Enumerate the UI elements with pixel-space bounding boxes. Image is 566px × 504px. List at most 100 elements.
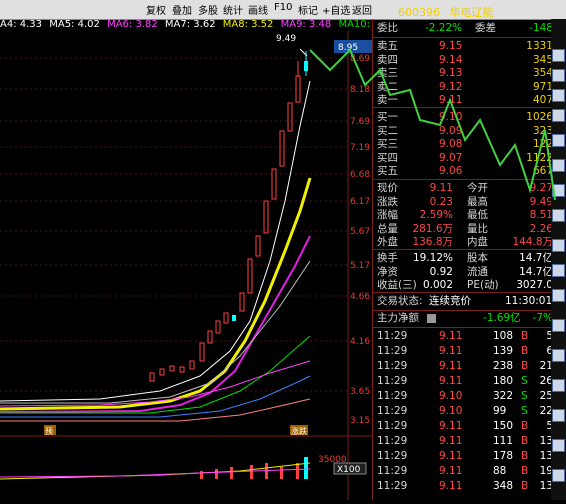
tick-row: 11:29 9.11 108 B 5 xyxy=(377,330,553,342)
stat-row: 总量 281.6万 量比 2.26 xyxy=(377,222,553,235)
sell-row[interactable]: 卖四 9.14 345 xyxy=(375,54,553,67)
y-tick: 4.66 xyxy=(350,292,371,302)
buy-row[interactable]: 买五 9.06 667 xyxy=(375,165,553,178)
trade-status-row: 交易状态: 连续竞价 11:30:01 xyxy=(377,295,553,307)
y-tick: 7.69 xyxy=(350,117,371,127)
stock-code: 600396 xyxy=(398,6,440,19)
ma-item: MA9: 3.48 xyxy=(280,19,332,30)
stat-row: 换手 19.12% 股本 14.7亿 xyxy=(377,252,553,264)
sell-row[interactable]: 卖二 9.12 971 xyxy=(375,81,553,94)
tick-row: 11:29 9.11 238 B 21 xyxy=(377,360,553,372)
side-icon[interactable] xyxy=(552,439,565,452)
side-icon[interactable] xyxy=(552,319,565,332)
ma-item: A4: 4.33 xyxy=(0,19,43,30)
side-icon[interactable] xyxy=(552,184,565,197)
peak-label: 9.49 xyxy=(276,34,296,44)
side-icon[interactable] xyxy=(552,409,565,422)
current-price-label: 8.95 xyxy=(338,43,358,53)
stat-row: 净资 0.92 流通 14.7亿 xyxy=(377,265,553,278)
ma-item: MA10: 3.4 xyxy=(338,19,372,30)
weicha-value: -148 xyxy=(529,22,553,34)
stat-row: 涨幅 2.59% 最低 8.51 xyxy=(377,209,553,221)
side-icon[interactable] xyxy=(552,264,565,277)
y-tick: 3.15 xyxy=(350,416,371,426)
marker-label: 预 xyxy=(45,426,53,436)
buy-row[interactable]: 买一 9.10 1026 xyxy=(375,111,553,124)
webi-row: 委比 -2.22% 委差 -148 xyxy=(377,22,553,34)
y-tick: 3.65 xyxy=(350,387,371,397)
main-net-row: 主力净额 -1.69亿 -7% xyxy=(377,312,553,324)
side-icon[interactable] xyxy=(552,89,565,102)
stat-row: 涨跌 0.23 最高 9.49 xyxy=(377,195,553,208)
ma-item: MA7: 3.62 xyxy=(164,19,216,30)
btn-fuquan[interactable]: 复权 xyxy=(144,2,168,17)
btn-huaxian[interactable]: 画线 xyxy=(246,2,270,17)
btn-diejia[interactable]: 叠加 xyxy=(170,2,194,17)
btn-fanhui[interactable]: 返回 xyxy=(350,2,374,17)
side-icon[interactable] xyxy=(552,209,565,222)
ma-white-line xyxy=(0,80,311,402)
y-tick: 6.17 xyxy=(350,197,371,207)
quote-panel: 委比 -2.22% 委差 -148 卖五 9.15 1331 卖四 9.14 3… xyxy=(372,19,566,500)
tick-row: 11:29 9.11 180 S 26 xyxy=(377,375,553,387)
ma-grey-line xyxy=(0,260,311,404)
buy-row[interactable]: 买二 9.09 323 xyxy=(375,125,553,138)
tick-row: 11:29 9.11 348 B 13 xyxy=(377,480,553,492)
tick-row: 11:29 9.11 88 B 19 xyxy=(377,465,553,477)
side-icon[interactable] xyxy=(552,69,565,82)
webi-value: -2.22% xyxy=(425,22,463,34)
stat-row: 外盘 136.8万 内盘 144.8万 xyxy=(377,236,553,248)
stat-row: 现价 9.11 今开 9.27 xyxy=(377,182,553,194)
stock-name: 华电辽能 xyxy=(449,6,494,19)
tick-row: 11:29 9.10 322 S 25 xyxy=(377,390,553,402)
ma-magenta-line xyxy=(0,235,311,413)
side-icon[interactable] xyxy=(552,134,565,147)
btn-duogu[interactable]: 多股 xyxy=(196,2,220,17)
ma-item: MA5: 4.02 xyxy=(49,19,100,30)
buy-row[interactable]: 买三 9.08 122 xyxy=(375,138,553,151)
down-candle xyxy=(232,315,236,321)
vol-mult-label: X100 xyxy=(337,465,361,475)
tick-row: 11:29 9.10 99 S 22 xyxy=(377,405,553,417)
btn-biaoji[interactable]: 标记 xyxy=(296,2,320,17)
side-icon[interactable] xyxy=(552,289,565,302)
y-tick: 7.19 xyxy=(350,143,371,153)
side-icon[interactable] xyxy=(552,349,565,362)
y-tick: 8.69 xyxy=(350,54,371,64)
btn-zixuan[interactable]: +自选 xyxy=(320,2,352,17)
btn-tongji[interactable]: 统计 xyxy=(221,2,245,17)
side-icon[interactable] xyxy=(552,469,565,482)
y-tick: 5.17 xyxy=(350,261,371,271)
y-tick: 6.68 xyxy=(350,170,371,180)
tick-row: 11:29 9.11 111 B 13 xyxy=(377,435,553,447)
btn-f10[interactable]: F10 xyxy=(272,2,294,13)
tick-row: 11:29 9.11 139 B 6 xyxy=(377,345,553,357)
side-icon[interactable] xyxy=(552,109,565,122)
side-icon[interactable] xyxy=(552,49,565,62)
grid-icon[interactable] xyxy=(427,314,436,323)
y-tick: 4.16 xyxy=(350,337,371,347)
ma-legend: A4: 4.33 MA5: 4.02 MA6: 3.82 MA7: 3.62 M… xyxy=(0,19,372,31)
ma-violet-line xyxy=(0,360,311,407)
side-icon[interactable] xyxy=(552,239,565,252)
buy-row[interactable]: 买四 9.07 1122 xyxy=(375,152,553,165)
stat-row: 收益(三) 0.002 PE(动) 3027.0 xyxy=(377,279,553,291)
sell-row[interactable]: 卖三 9.13 354 xyxy=(375,67,553,80)
sell-row[interactable]: 卖五 9.15 1331 xyxy=(375,40,553,53)
side-toolbar xyxy=(551,19,566,500)
volume-bars xyxy=(200,457,308,479)
candlestick-chart[interactable]: 9.49 8.95 预 涨跌 35000 X100 8.69 8.18 7.69… xyxy=(0,31,372,500)
stock-header: 600396 华电辽能 xyxy=(398,4,494,20)
side-icon[interactable] xyxy=(552,159,565,172)
side-icon[interactable] xyxy=(552,379,565,392)
y-tick: 8.18 xyxy=(350,85,371,95)
y-tick: 5.67 xyxy=(350,227,371,237)
ma-item: MA8: 3.52 xyxy=(222,19,274,30)
tick-row: 11:29 9.11 150 B 5 xyxy=(377,420,553,432)
tick-row: 11:29 9.11 178 B 13 xyxy=(377,450,553,462)
ma-item: MA6: 3.82 xyxy=(107,19,158,30)
marker-label: 涨跌 xyxy=(291,426,307,436)
sell-row[interactable]: 卖一 9.11 407 xyxy=(375,94,553,107)
candles xyxy=(149,75,301,382)
chart-svg: 9.49 8.95 预 涨跌 35000 X100 xyxy=(0,31,372,500)
